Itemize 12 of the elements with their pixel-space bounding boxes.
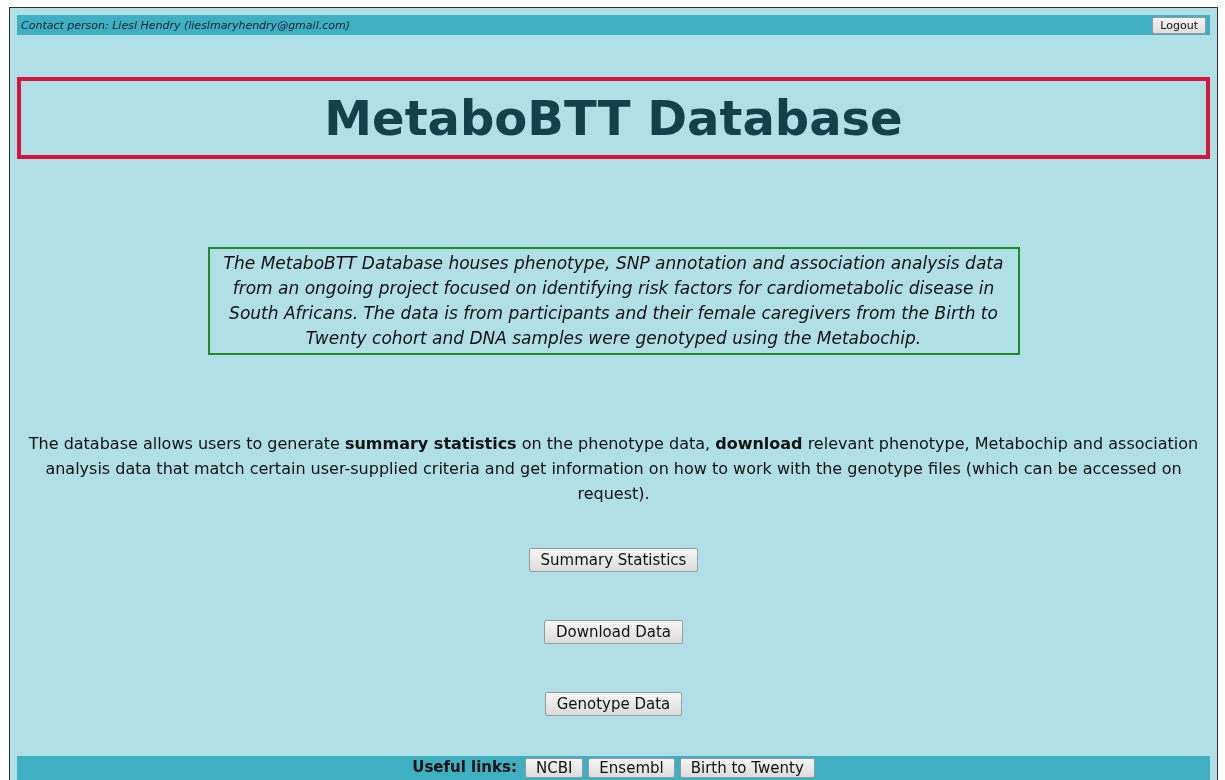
contact-text: Contact person: Liesl Hendry (lieslmaryhendry@gmail.com) <box>21 18 350 32</box>
footer-label: Useful links: <box>412 758 517 776</box>
action-button[interactable]: Summary Statistics <box>528 548 699 572</box>
description-text: The MetaboBTT Database houses phenotype, SNP annotation and association analysis data from an ongoing project focused on identifying risk factors for cardiometabolic disease in South Africans. The data is from participants and their female caregivers from the Birth to Twenty cohort and DNA samples were genotyped using the Metabochip. <box>207 247 1020 355</box>
page-title: MetaboBTT Database <box>324 90 903 146</box>
link-button[interactable]: NCBI <box>524 758 584 778</box>
link-button[interactable]: Ensembl <box>588 758 675 778</box>
action-button[interactable]: Genotype Data <box>544 692 683 716</box>
action-button[interactable]: Download Data <box>543 620 684 644</box>
logout-button[interactable]: Logout <box>1152 16 1206 34</box>
intro-paragraph: The database allows users to generate summary statistics on the phenotype data, download relevant phenotype, Metabochip and association analysis data that match certain user-supplied criteria and get information on how to work with the genotype files (which can be accessed on request). <box>27 433 1200 505</box>
link-button[interactable]: Birth to Twenty <box>679 758 815 778</box>
